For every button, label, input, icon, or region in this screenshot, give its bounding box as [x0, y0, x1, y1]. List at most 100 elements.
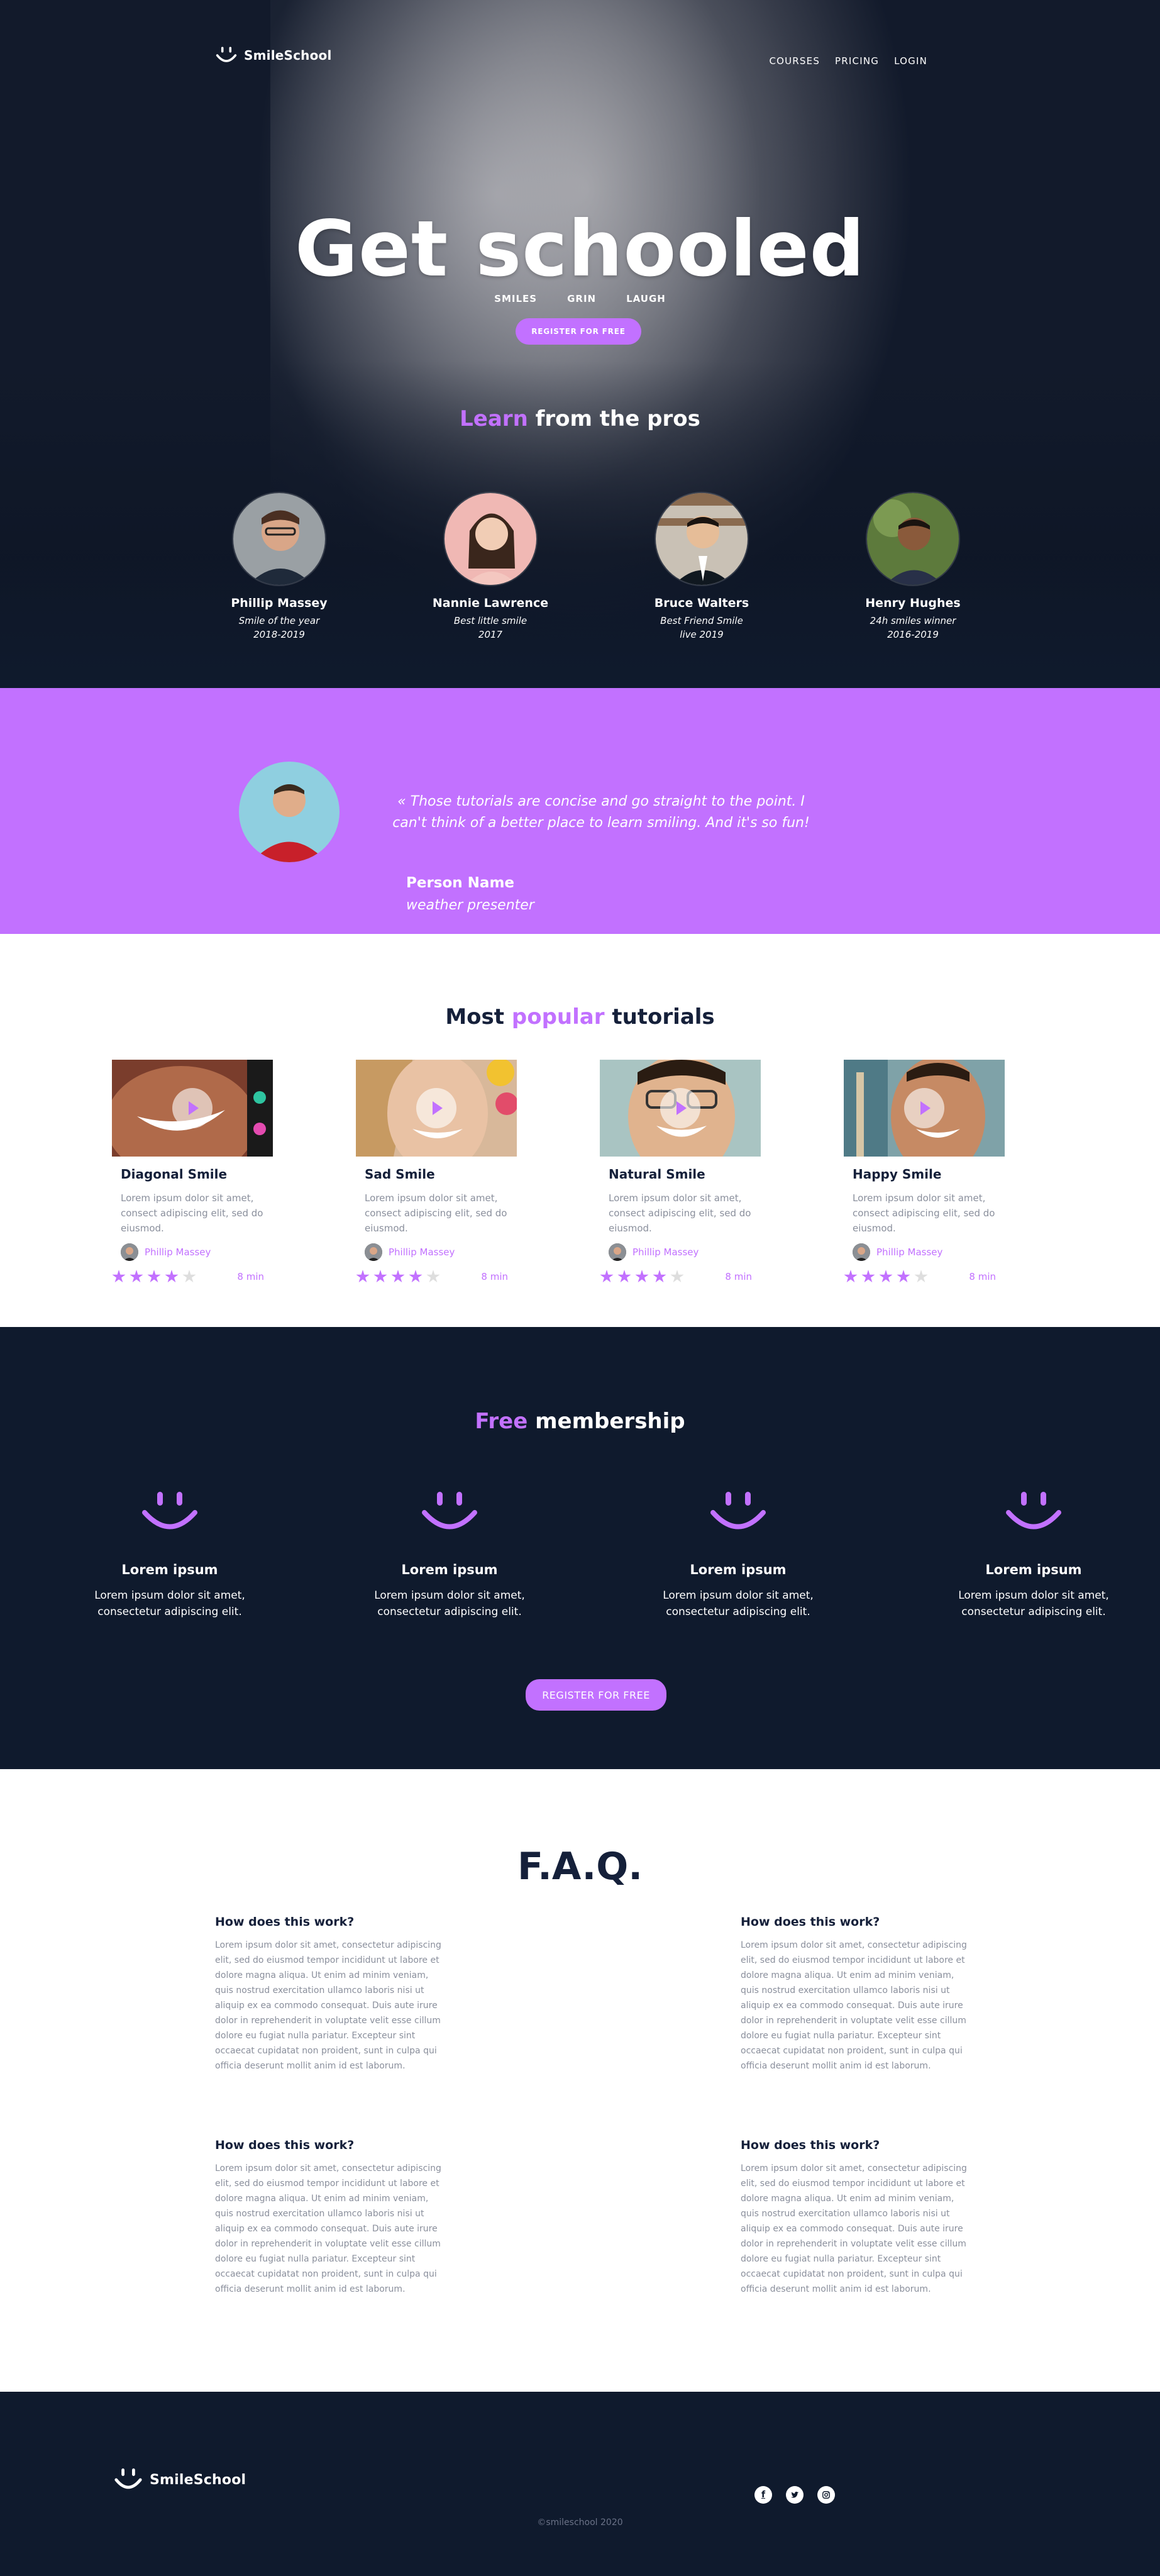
learn-title: Learn from the pros: [0, 406, 1160, 431]
tutorial-description: Lorem ipsum dolor sit amet, consect adip…: [853, 1192, 995, 1234]
faq-answer: Lorem ipsum dolor sit amet, consectetur …: [741, 2163, 967, 2294]
rating-stars: [356, 1270, 440, 1284]
hero-tag-grin: GRIN: [567, 293, 597, 304]
faq-item: How does this work? Lorem ipsum dolor si…: [741, 2138, 967, 2297]
pro-title-line: live 2019: [680, 629, 724, 640]
feature-title: Lorem ipsum: [121, 1562, 218, 1577]
feature-line: Lorem ipsum dolor sit amet,: [958, 1589, 1109, 1602]
author-name[interactable]: Phillip Massey: [632, 1246, 699, 1258]
tutorial-author[interactable]: Phillip Massey: [853, 1243, 1005, 1261]
play-icon[interactable]: [904, 1088, 944, 1128]
play-icon[interactable]: [416, 1088, 456, 1128]
tutorial-description: Lorem ipsum dolor sit amet, consect adip…: [609, 1192, 751, 1234]
pro-card[interactable]: Nannie Lawrence Best little smile 2017: [409, 492, 572, 641]
pro-card[interactable]: Bruce Walters Best Friend Smile live 2019: [620, 492, 783, 641]
pro-title: Smile of the year 2018-2019: [197, 614, 361, 641]
tutorial-title: Sad Smile: [365, 1167, 435, 1182]
star-icon: [182, 1270, 196, 1283]
author-name[interactable]: Phillip Massey: [876, 1246, 942, 1258]
faq-answer: Lorem ipsum dolor sit amet, consectetur …: [741, 1940, 967, 2071]
pro-name: Henry Hughes: [865, 596, 961, 610]
tutorial-title: Natural Smile: [609, 1167, 705, 1182]
brand-name: SmileSchool: [244, 48, 332, 63]
pro-title-line: 2017: [478, 629, 503, 640]
star-icon: [391, 1270, 405, 1283]
pro-card[interactable]: Henry Hughes 24h smiles winner 2016-2019: [831, 492, 995, 641]
faq-title: F.A.Q.: [517, 1845, 643, 1889]
author-name[interactable]: Phillip Massey: [389, 1246, 455, 1258]
feature-title: Lorem ipsum: [985, 1562, 1082, 1577]
testimonial-quote: « Those tutorials are concise and go str…: [392, 794, 810, 831]
pro-avatar: [866, 492, 960, 586]
membership-register-button[interactable]: REGISTER FOR FREE: [526, 1679, 666, 1711]
feature-line: consectetur adipiscing elit.: [961, 1606, 1106, 1618]
tutorial-card[interactable]: Diagonal Smile Lorem ipsum dolor sit ame…: [112, 1060, 273, 1285]
tutorial-duration: 8 min: [969, 1271, 996, 1282]
hero-tags: SMILES GRIN LAUGH: [0, 293, 1160, 304]
pro-title-line: Smile of the year: [238, 615, 320, 626]
faq-item: How does this work? Lorem ipsum dolor si…: [741, 1915, 967, 2074]
hero-tag-smiles: SMILES: [494, 293, 538, 304]
tutorial-card[interactable]: Happy Smile Lorem ipsum dolor sit amet, …: [844, 1060, 1005, 1285]
tutorial-author[interactable]: Phillip Massey: [365, 1243, 517, 1261]
pro-avatar: [655, 492, 749, 586]
author-avatar: [365, 1243, 382, 1261]
smile-logo-icon: [114, 2468, 142, 2489]
footer-brand-logo[interactable]: SmileSchool: [113, 2465, 246, 2495]
author-name[interactable]: Phillip Massey: [145, 1246, 211, 1258]
tutorial-title: Diagonal Smile: [121, 1167, 228, 1182]
feature-line: Lorem ipsum dolor sit amet,: [374, 1589, 525, 1602]
feature-description: Lorem ipsum dolor sit amet, consectetur a…: [644, 1587, 832, 1620]
twitter-icon[interactable]: [786, 2486, 804, 2504]
brand-logo[interactable]: SmileSchool: [215, 44, 332, 67]
nav-courses-link[interactable]: COURSES: [769, 55, 820, 67]
star-icon: [409, 1270, 423, 1283]
testimonial-avatar: [239, 762, 340, 862]
feature-title: Lorem ipsum: [690, 1562, 787, 1577]
tutorial-thumbnail[interactable]: [356, 1060, 517, 1157]
footer-brand-name: SmileSchool: [150, 2472, 246, 2488]
play-icon[interactable]: [660, 1088, 700, 1128]
tutorial-author[interactable]: Phillip Massey: [121, 1243, 273, 1261]
pro-card[interactable]: Phillip Massey Smile of the year 2018-201…: [197, 492, 361, 641]
smile-logo-icon: [216, 47, 237, 62]
tutorial-thumbnail[interactable]: [844, 1060, 1005, 1157]
learn-title-rest: from the pros: [528, 406, 700, 431]
star-icon: [914, 1270, 928, 1283]
tutorial-duration: 8 min: [481, 1271, 508, 1282]
tutorial-card[interactable]: Natural Smile Lorem ipsum dolor sit amet…: [600, 1060, 761, 1285]
rating-stars: [600, 1270, 684, 1284]
star-icon: [165, 1270, 179, 1283]
nav-login-link[interactable]: LOGIN: [894, 55, 927, 67]
pro-title: Best Friend Smile live 2019: [620, 614, 783, 641]
tutorial-thumbnail[interactable]: [600, 1060, 761, 1157]
author-avatar: [121, 1243, 138, 1261]
star-icon: [356, 1270, 370, 1283]
instagram-icon[interactable]: [817, 2486, 835, 2504]
feature-item: Lorem ipsum Lorem ipsum dolor sit amet, c…: [355, 1484, 544, 1620]
faq-answer: Lorem ipsum dolor sit amet, consectetur …: [215, 2163, 441, 2294]
facebook-icon[interactable]: f: [754, 2486, 772, 2504]
star-icon: [844, 1270, 858, 1283]
star-icon: [653, 1270, 666, 1283]
star-icon: [112, 1270, 126, 1283]
play-icon[interactable]: [172, 1088, 213, 1128]
tutorial-card[interactable]: Sad Smile Lorem ipsum dolor sit amet, co…: [356, 1060, 517, 1285]
tutorial-thumbnail[interactable]: [112, 1060, 273, 1157]
feature-line: consectetur adipiscing elit.: [97, 1606, 242, 1618]
faq-question: How does this work?: [741, 1915, 880, 1929]
copyright-text: ©smileschool 2020: [537, 2518, 623, 2528]
faq-question: How does this work?: [215, 2138, 355, 2152]
star-icon: [600, 1270, 614, 1283]
star-icon: [130, 1270, 143, 1283]
pro-avatar: [443, 492, 538, 586]
star-icon: [897, 1270, 910, 1283]
star-icon: [617, 1270, 631, 1283]
tutorials-title: Most popular tutorials: [0, 1004, 1160, 1030]
tutorial-author[interactable]: Phillip Massey: [609, 1243, 761, 1261]
nav-pricing-link[interactable]: PRICING: [835, 55, 879, 67]
feature-item: Lorem ipsum Lorem ipsum dolor sit amet, c…: [644, 1484, 832, 1620]
hero-register-button[interactable]: REGISTER FOR FREE: [516, 318, 641, 345]
pro-title-line: Best little smile: [453, 615, 528, 626]
testimonial-section: « Those tutorials are concise and go str…: [0, 688, 1160, 934]
